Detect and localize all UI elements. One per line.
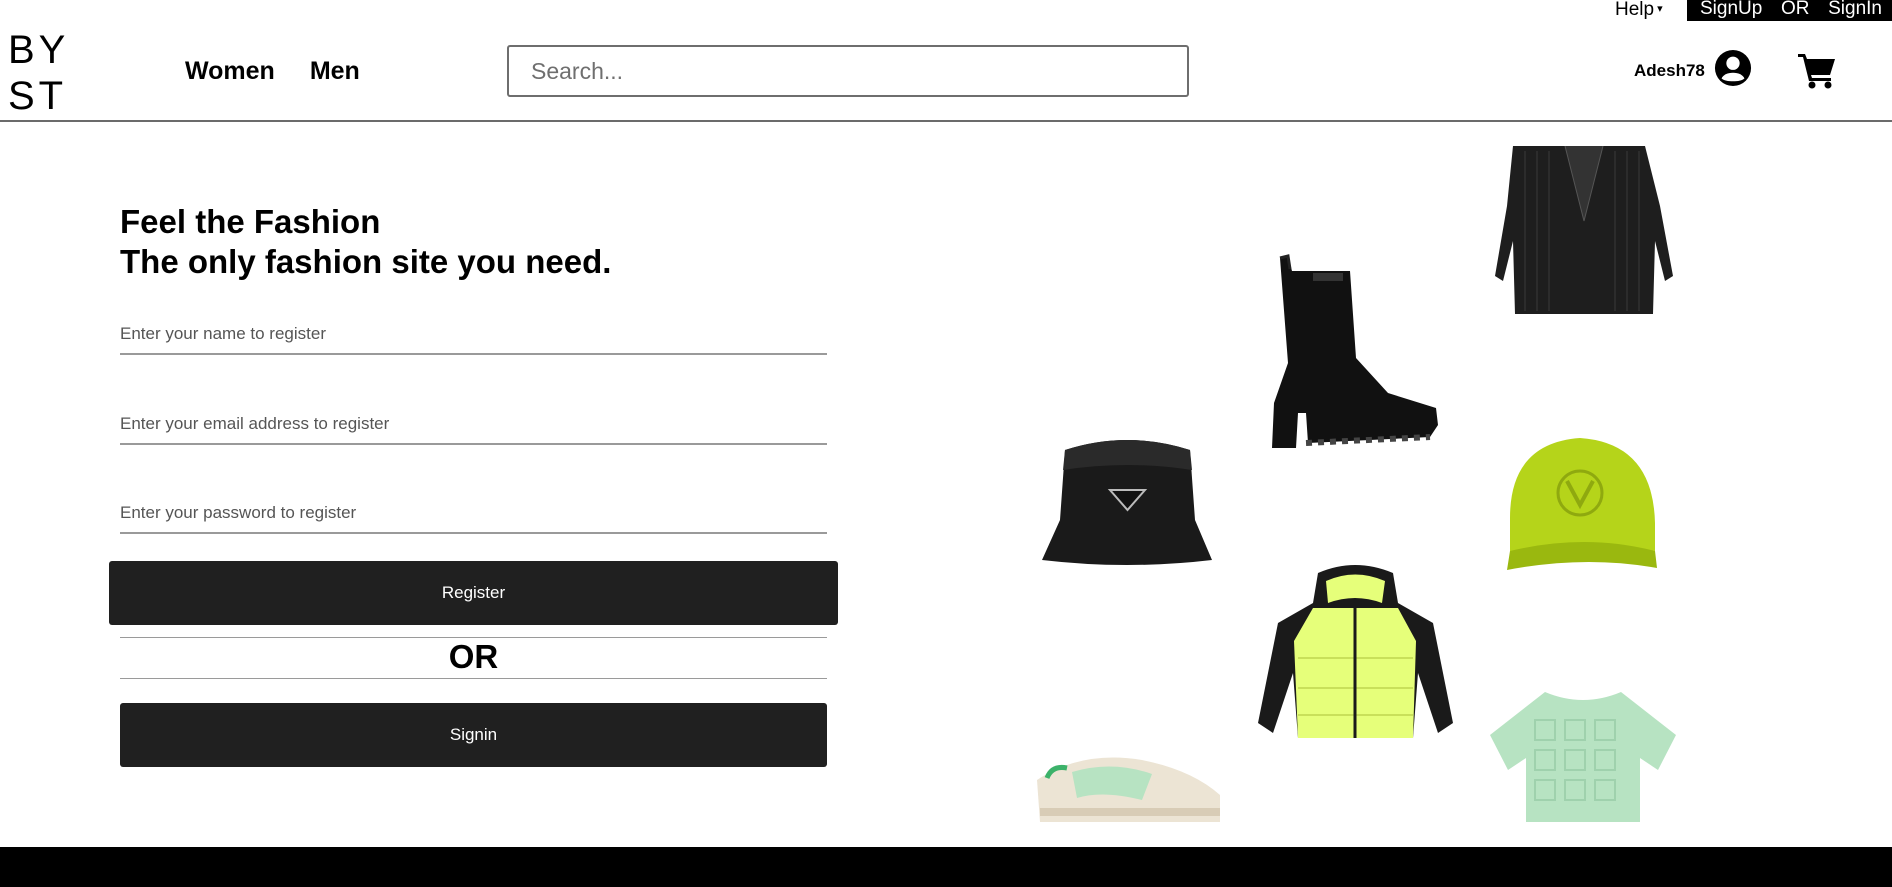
signin-button[interactable]: Signin [120,703,827,767]
site-footer [0,847,1892,887]
or-divider-bottom [120,678,827,679]
shopping-cart-icon[interactable] [1797,50,1837,90]
hero-title-line-1: Feel the Fashion [120,203,381,240]
site-logo[interactable]: BY ST [8,27,69,119]
blazer-image [1495,146,1673,314]
logo-line-1: BY [8,28,70,72]
signin-link[interactable]: SignIn [1828,0,1882,21]
logo-line-2: ST [8,74,68,118]
crop-top-image [1490,692,1676,822]
caret-down-icon: ▾ [1657,3,1663,15]
name-field[interactable] [120,315,827,355]
hero-title-line-2: The only fashion site you need. [120,243,612,280]
email-field[interactable] [120,405,827,445]
or-separator-text: OR [448,638,499,675]
auth-or-text: OR [1780,0,1810,19]
site-header: BY ST Women Men Adesh78 [0,21,1892,122]
auth-bar: SignUp OR SignIn [1687,0,1892,21]
account-circle-icon[interactable] [1714,49,1752,87]
bucket-hat-image [1042,440,1212,565]
search-input[interactable] [507,45,1189,97]
nav-men[interactable]: Men [310,57,360,86]
puffer-jacket-image [1258,565,1453,738]
password-field[interactable] [120,494,827,534]
username[interactable]: Adesh78 [1634,61,1705,81]
register-button[interactable]: Register [109,561,838,625]
help-label: Help [1615,0,1655,20]
boot-image [1272,254,1438,448]
sneaker-image [1037,757,1220,822]
nav-women[interactable]: Women [185,57,275,86]
main-nav: Women Men [185,57,360,86]
help-menu[interactable]: Help ▾ [1615,0,1663,19]
baseball-cap-image [1507,438,1657,570]
hero-title: Feel the Fashion The only fashion site y… [120,202,611,282]
signup-link[interactable]: SignUp [1700,0,1762,21]
